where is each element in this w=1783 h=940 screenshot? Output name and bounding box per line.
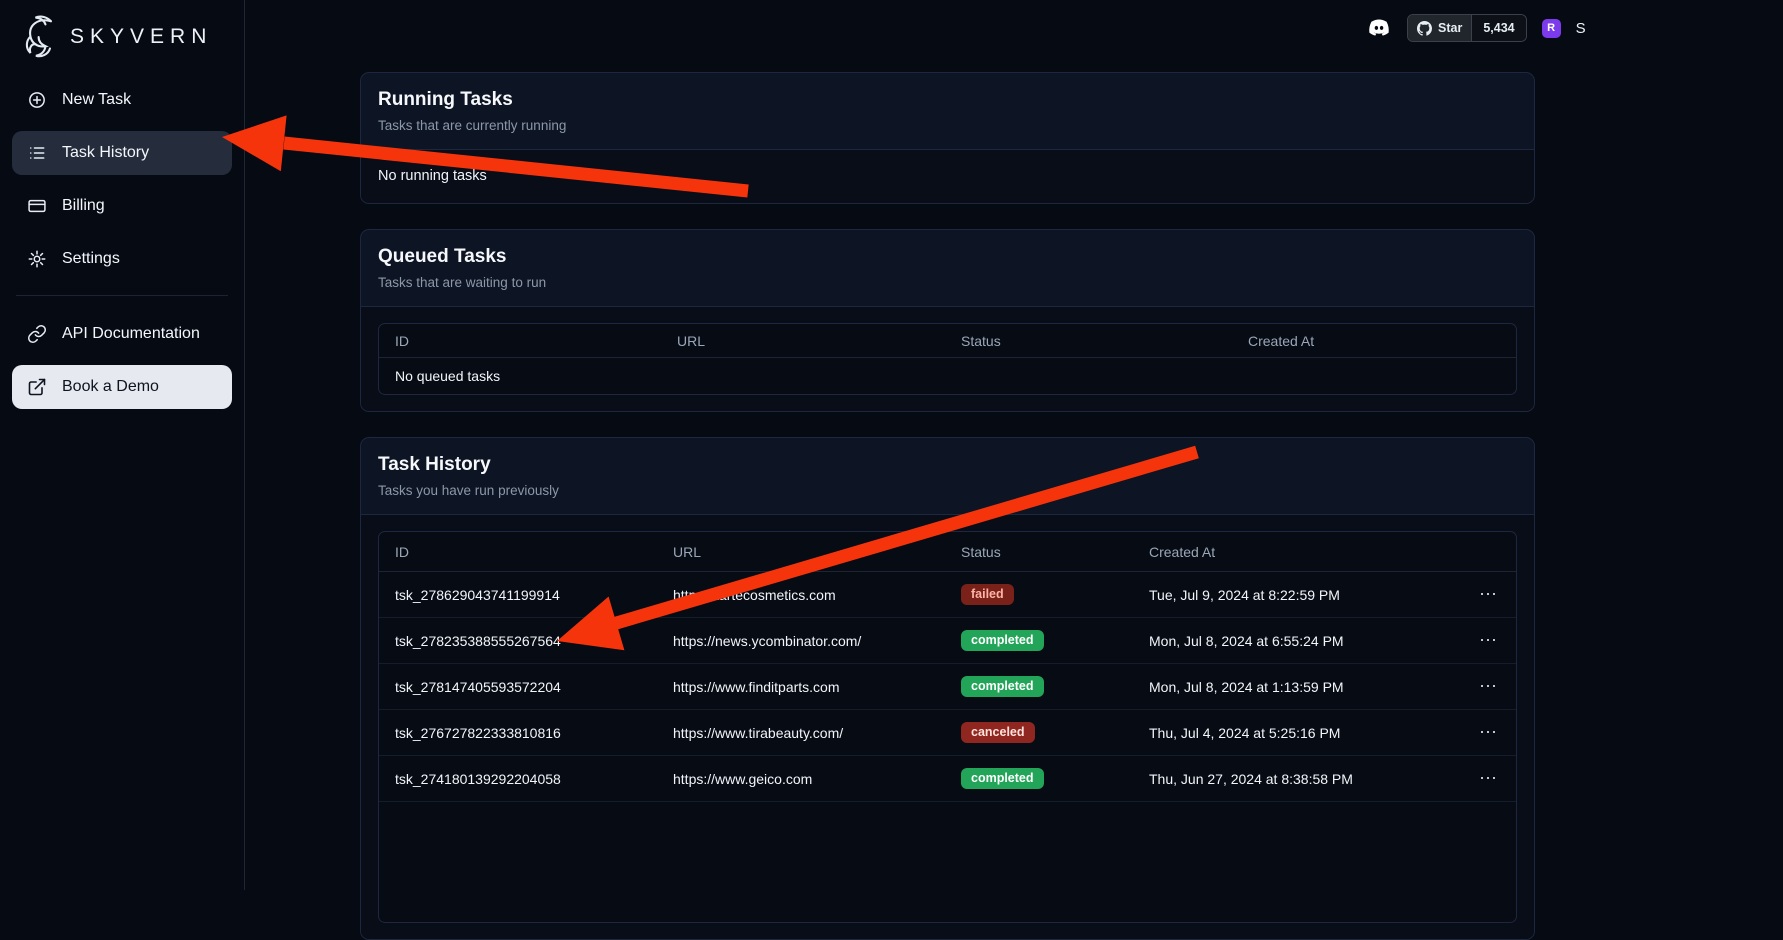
sidebar: SKYVERN New Task Task History Billing: [0, 0, 245, 890]
queued-tasks-body: ID URL Status Created At No queued tasks: [361, 307, 1534, 411]
task-created-at: Tue, Jul 9, 2024 at 8:22:59 PM: [1133, 587, 1456, 603]
queued-tasks-card: Queued Tasks Tasks that are waiting to r…: [360, 229, 1535, 412]
brand-logo[interactable]: SKYVERN: [12, 10, 232, 78]
running-tasks-card: Running Tasks Tasks that are currently r…: [360, 72, 1535, 204]
discord-icon[interactable]: [1365, 15, 1392, 42]
status-badge: completed: [961, 630, 1044, 651]
task-id: tsk_278629043741199914: [379, 587, 657, 603]
topbar-actions: Star 5,434 R S: [1365, 14, 1586, 42]
task-id: tsk_278147405593572204: [379, 679, 657, 695]
sidebar-item-billing[interactable]: Billing: [12, 184, 232, 228]
content-column: Running Tasks Tasks that are currently r…: [360, 0, 1535, 940]
table-row[interactable]: tsk_274180139292204058 https://www.geico…: [379, 756, 1516, 802]
card-title: Queued Tasks: [378, 245, 1517, 269]
empty-state-text: No queued tasks: [379, 368, 516, 384]
card-subtitle: Tasks that are currently running: [378, 117, 1517, 134]
card-title: Task History: [378, 453, 1517, 477]
sidebar-item-label: Book a Demo: [62, 378, 159, 396]
task-url: https://www.geico.com: [657, 771, 945, 787]
table-header-row: ID URL Status Created At: [379, 532, 1516, 572]
column-header-status: Status: [945, 333, 1232, 349]
github-star-label: Star: [1438, 21, 1462, 35]
github-icon: [1417, 21, 1432, 36]
queued-tasks-header: Queued Tasks Tasks that are waiting to r…: [361, 230, 1534, 307]
skyvern-dragon-icon: [20, 14, 60, 60]
list-icon: [26, 142, 48, 164]
external-link-icon: [26, 376, 48, 398]
task-id: tsk_276727822333810816: [379, 725, 657, 741]
row-actions-button[interactable]: ⋯: [1456, 722, 1516, 743]
card-subtitle: Tasks you have run previously: [378, 482, 1517, 499]
table-row[interactable]: tsk_278629043741199914 https://tartecosm…: [379, 572, 1516, 618]
task-url: https://tartecosmetics.com: [657, 587, 945, 603]
task-url: https://www.finditparts.com: [657, 679, 945, 695]
card-subtitle: Tasks that are waiting to run: [378, 274, 1517, 291]
main-area: Star 5,434 R S Running Tasks Tasks that …: [245, 0, 1783, 890]
task-created-at: Thu, Jun 27, 2024 at 8:38:58 PM: [1133, 771, 1456, 787]
gear-icon: [26, 248, 48, 270]
table-row[interactable]: tsk_276727822333810816 https://www.tirab…: [379, 710, 1516, 756]
column-header-status: Status: [945, 544, 1133, 560]
sidebar-item-task-history[interactable]: Task History: [12, 131, 232, 175]
sidebar-item-book-a-demo[interactable]: Book a Demo: [12, 365, 232, 409]
task-created-at: Mon, Jul 8, 2024 at 1:13:59 PM: [1133, 679, 1456, 695]
task-created-at: Thu, Jul 4, 2024 at 5:25:16 PM: [1133, 725, 1456, 741]
account-name[interactable]: S: [1576, 20, 1586, 37]
row-actions-button[interactable]: ⋯: [1456, 676, 1516, 697]
github-star-count: 5,434: [1471, 15, 1525, 41]
table-header-row: ID URL Status Created At: [379, 324, 1516, 358]
empty-row: No queued tasks: [379, 358, 1516, 394]
sidebar-item-label: New Task: [62, 91, 131, 109]
sidebar-item-label: Settings: [62, 250, 120, 268]
github-star-button[interactable]: Star 5,434: [1407, 14, 1527, 42]
row-actions-button[interactable]: ⋯: [1456, 630, 1516, 651]
task-created-at: Mon, Jul 8, 2024 at 6:55:24 PM: [1133, 633, 1456, 649]
card-title: Running Tasks: [378, 88, 1517, 112]
status-badge: completed: [961, 768, 1044, 789]
column-header-created-at: Created At: [1133, 544, 1456, 560]
status-badge: failed: [961, 584, 1014, 605]
task-id: tsk_278235388555267564: [379, 633, 657, 649]
status-badge: completed: [961, 676, 1044, 697]
column-header-id: ID: [379, 333, 661, 349]
plus-circle-icon: [26, 89, 48, 111]
avatar[interactable]: R: [1542, 19, 1561, 38]
table-row[interactable]: tsk_278147405593572204 https://www.findi…: [379, 664, 1516, 710]
row-actions-button[interactable]: ⋯: [1456, 584, 1516, 605]
sidebar-item-label: Billing: [62, 197, 105, 215]
task-history-body: ID URL Status Created At tsk_27862904374…: [361, 515, 1534, 939]
empty-state-text: No running tasks: [378, 166, 1517, 187]
credit-card-icon: [26, 195, 48, 217]
sidebar-item-api-documentation[interactable]: API Documentation: [12, 312, 232, 356]
running-tasks-body: No running tasks: [361, 150, 1534, 203]
task-history-header: Task History Tasks you have run previous…: [361, 438, 1534, 515]
brand-name: SKYVERN: [70, 25, 212, 49]
sidebar-item-label: API Documentation: [62, 325, 200, 343]
column-header-created-at: Created At: [1232, 333, 1516, 349]
queued-tasks-table: ID URL Status Created At No queued tasks: [378, 323, 1517, 395]
running-tasks-header: Running Tasks Tasks that are currently r…: [361, 73, 1534, 150]
sidebar-item-label: Task History: [62, 144, 149, 162]
task-history-table: ID URL Status Created At tsk_27862904374…: [378, 531, 1517, 923]
column-header-url: URL: [661, 333, 945, 349]
sidebar-item-settings[interactable]: Settings: [12, 237, 232, 281]
sidebar-item-new-task[interactable]: New Task: [12, 78, 232, 122]
task-url: https://www.tirabeauty.com/: [657, 725, 945, 741]
sidebar-divider: [16, 295, 228, 296]
task-url: https://news.ycombinator.com/: [657, 633, 945, 649]
table-row[interactable]: tsk_278235388555267564 https://news.ycom…: [379, 618, 1516, 664]
column-header-id: ID: [379, 544, 657, 560]
row-actions-button[interactable]: ⋯: [1456, 768, 1516, 789]
column-header-url: URL: [657, 544, 945, 560]
link-icon: [26, 323, 48, 345]
task-id: tsk_274180139292204058: [379, 771, 657, 787]
task-history-card: Task History Tasks you have run previous…: [360, 437, 1535, 940]
status-badge: canceled: [961, 722, 1035, 743]
